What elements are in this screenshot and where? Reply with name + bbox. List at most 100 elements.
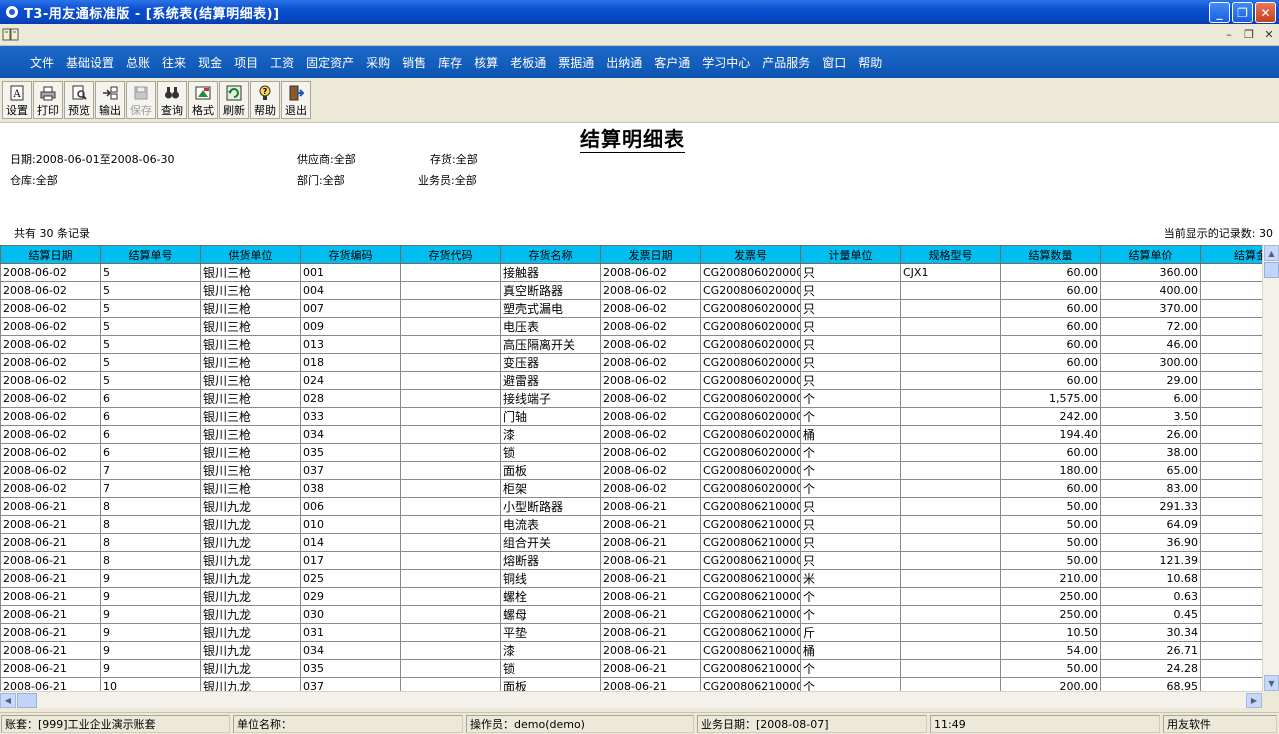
table-cell[interactable]: 2008-06-02: [600, 443, 701, 462]
table-cell[interactable]: 2008-06-02: [0, 389, 101, 408]
table-cell[interactable]: 9: [100, 641, 201, 660]
table-cell[interactable]: 铜线: [500, 569, 601, 588]
table-cell[interactable]: 2008-06-21: [600, 569, 701, 588]
table-cell[interactable]: 50.00: [1000, 515, 1101, 534]
table-cell[interactable]: 017: [300, 551, 401, 570]
table-cell[interactable]: [400, 425, 501, 444]
table-cell[interactable]: [900, 623, 1001, 642]
table-cell[interactable]: CG20080621000000: [700, 515, 801, 534]
table-cell[interactable]: 3.50: [1100, 407, 1201, 426]
table-cell[interactable]: 025: [300, 569, 401, 588]
column-header[interactable]: 计量单位: [800, 245, 901, 264]
table-cell[interactable]: 38.00: [1100, 443, 1201, 462]
mdi-close-button[interactable]: ✕: [1261, 27, 1277, 41]
table-cell[interactable]: 10.68: [1100, 569, 1201, 588]
table-cell[interactable]: 26.00: [1100, 425, 1201, 444]
table-cell[interactable]: 024: [300, 371, 401, 390]
table-cell[interactable]: 2008-06-02: [600, 425, 701, 444]
maximize-button[interactable]: ❐: [1232, 2, 1253, 23]
table-cell[interactable]: 个: [800, 443, 901, 462]
table-cell[interactable]: CG20080602000000: [700, 479, 801, 498]
table-cell[interactable]: 009: [300, 317, 401, 336]
table-cell[interactable]: 54.00: [1000, 641, 1101, 660]
menu-item-0[interactable]: 文件: [30, 54, 54, 71]
table-cell[interactable]: [1200, 587, 1262, 606]
table-cell[interactable]: [1200, 407, 1262, 426]
table-cell[interactable]: 7: [100, 461, 201, 480]
table-cell[interactable]: [900, 425, 1001, 444]
minimize-button[interactable]: _: [1209, 2, 1230, 23]
table-cell[interactable]: CG20080602000000: [700, 353, 801, 372]
menu-item-2[interactable]: 总账: [126, 54, 150, 71]
table-cell[interactable]: [400, 623, 501, 642]
table-cell[interactable]: 36.90: [1100, 533, 1201, 552]
table-cell[interactable]: 6: [100, 407, 201, 426]
table-row[interactable]: 2008-06-02 7 银川三枪 038 柜架 2008-06-02 CG20080602…: [0, 479, 1262, 498]
table-cell[interactable]: 034: [300, 425, 401, 444]
refresh-button[interactable]: 刷新: [219, 81, 249, 119]
table-row[interactable]: 2008-06-02 5 银川三枪 013 高压隔离开关 2008-06-02 CG2008…: [0, 335, 1262, 354]
table-cell[interactable]: 50.00: [1000, 551, 1101, 570]
table-cell[interactable]: 2008-06-02: [600, 479, 701, 498]
table-cell[interactable]: 2008-06-02: [0, 479, 101, 498]
table-row[interactable]: 2008-06-02 6 银川三枪 035 锁 2008-06-02 CG200806020…: [0, 443, 1262, 462]
table-cell[interactable]: CG20080621000000: [700, 533, 801, 552]
table-cell[interactable]: 6: [100, 443, 201, 462]
table-cell[interactable]: 014: [300, 533, 401, 552]
table-cell[interactable]: 033: [300, 407, 401, 426]
table-cell[interactable]: 漆: [500, 641, 601, 660]
table-cell[interactable]: 4,: [1200, 317, 1262, 336]
table-cell[interactable]: 面板: [500, 461, 601, 480]
table-cell[interactable]: 银川三枪: [200, 317, 301, 336]
table-cell[interactable]: 2,: [1200, 569, 1262, 588]
table-cell[interactable]: 030: [300, 605, 401, 624]
table-cell[interactable]: 038: [300, 479, 401, 498]
format-button[interactable]: 格式: [188, 81, 218, 119]
table-cell[interactable]: 2008-06-02: [600, 389, 701, 408]
table-row[interactable]: 2008-06-21 9 银川九龙 034 漆 2008-06-21 CG200806210…: [0, 641, 1262, 660]
column-header[interactable]: 发票日期: [600, 245, 701, 264]
table-cell[interactable]: 银川九龙: [200, 515, 301, 534]
table-cell[interactable]: 2008-06-02: [0, 263, 101, 282]
table-cell[interactable]: [900, 479, 1001, 498]
table-cell[interactable]: [900, 551, 1001, 570]
table-cell[interactable]: 1,: [1200, 371, 1262, 390]
table-cell[interactable]: 250.00: [1000, 605, 1101, 624]
table-cell[interactable]: 个: [800, 659, 901, 678]
table-cell[interactable]: 2008-06-21: [0, 533, 101, 552]
menu-item-7[interactable]: 固定资产: [306, 54, 354, 71]
column-header[interactable]: 存货编码: [300, 245, 401, 264]
column-header[interactable]: 存货名称: [500, 245, 601, 264]
menu-item-6[interactable]: 工资: [270, 54, 294, 71]
table-cell[interactable]: [900, 515, 1001, 534]
table-row[interactable]: 2008-06-02 5 银川三枪 024 避雷器 2008-06-02 CG2008060…: [0, 371, 1262, 390]
table-cell[interactable]: 0.63: [1100, 587, 1201, 606]
vertical-scroll-thumb[interactable]: [1264, 262, 1279, 278]
printer-button[interactable]: 打印: [33, 81, 63, 119]
table-cell[interactable]: 漆: [500, 425, 601, 444]
table-cell[interactable]: [400, 533, 501, 552]
export-button[interactable]: 输出: [95, 81, 125, 119]
table-cell[interactable]: CG20080621000000: [700, 587, 801, 606]
table-cell[interactable]: 21,: [1200, 263, 1262, 282]
table-cell[interactable]: 电压表: [500, 317, 601, 336]
table-cell[interactable]: 035: [300, 659, 401, 678]
table-cell[interactable]: [900, 533, 1001, 552]
table-row[interactable]: 2008-06-21 9 银川九龙 035 锁 2008-06-21 CG200806210…: [0, 659, 1262, 678]
table-cell[interactable]: 个: [800, 677, 901, 691]
table-cell[interactable]: 121.39: [1100, 551, 1201, 570]
table-cell[interactable]: 银川九龙: [200, 569, 301, 588]
table-row[interactable]: 2008-06-02 5 银川三枪 004 真空断路器 2008-06-02 CG20080…: [0, 281, 1262, 300]
table-cell[interactable]: [400, 353, 501, 372]
table-cell[interactable]: 22,: [1200, 299, 1262, 318]
table-cell[interactable]: 2008-06-02: [0, 371, 101, 390]
menu-item-12[interactable]: 老板通: [510, 54, 546, 71]
table-cell[interactable]: [400, 389, 501, 408]
table-cell[interactable]: CG20080602000000: [700, 371, 801, 390]
table-cell[interactable]: 2008-06-21: [0, 587, 101, 606]
table-row[interactable]: 2008-06-02 5 银川三枪 018 变压器 2008-06-02 CG2008060…: [0, 353, 1262, 372]
table-cell[interactable]: 5: [100, 317, 201, 336]
column-header[interactable]: 结算日期: [0, 245, 101, 264]
table-cell[interactable]: 面板: [500, 677, 601, 691]
table-cell[interactable]: [900, 443, 1001, 462]
